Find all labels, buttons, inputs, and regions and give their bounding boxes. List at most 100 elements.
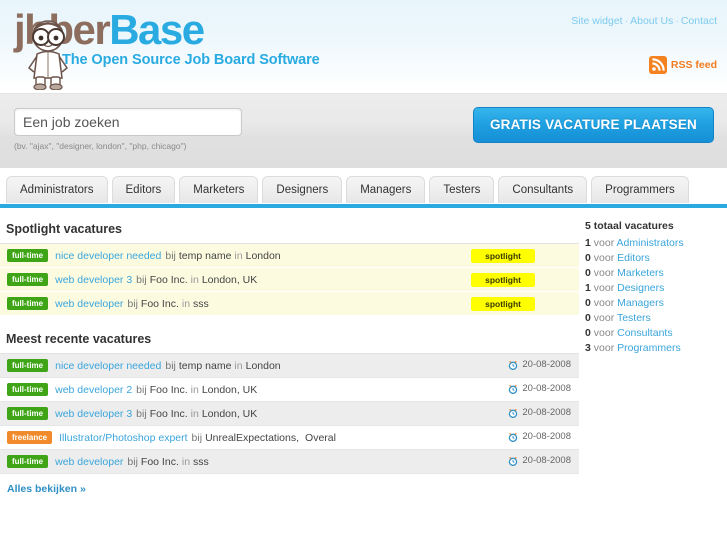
job-date-text: 20-08-2008 [522,431,571,442]
recent-heading: Meest recente vacatures [6,332,152,346]
job-title-link[interactable]: web developer [55,456,123,468]
sidebar-item-label[interactable]: Programmers [617,342,681,354]
job-title-link[interactable]: Illustrator/Photoshop expert [59,432,187,444]
tab-editors[interactable]: Editors [111,176,176,203]
nav-link-contact[interactable]: Contact [681,15,717,27]
sidebar-voor-label: voor [593,326,615,339]
rss-feed-link[interactable]: RSS feed [648,56,717,74]
table-row[interactable]: full-time web developer bij Foo Inc. in … [0,450,579,474]
table-row[interactable]: full-time web developer bij Foo Inc. in … [0,292,579,316]
job-title-link[interactable]: nice developer needed [55,250,161,262]
post-vacancy-button[interactable]: GRATIS VACATURE PLAATSEN [472,107,714,143]
category-tabs-bar: Administrators Editors Marketers Designe… [0,168,727,204]
view-all-container: Alles bekijken » [0,474,580,495]
sidebar-item-label[interactable]: Testers [617,312,651,324]
job-title-link[interactable]: nice developer needed [55,360,161,372]
job-date-text: 20-08-2008 [522,407,571,418]
job-by-label: bij [136,407,147,420]
tab-managers[interactable]: Managers [346,176,426,203]
view-all-link[interactable]: Alles bekijken » [7,483,86,495]
job-title-link[interactable]: web developer 3 [55,408,132,420]
spotlight-badge: spotlight [471,273,535,287]
job-location: sss [193,297,209,310]
sidebar-item-label[interactable]: Administrators [617,237,684,249]
tab-consultants[interactable]: Consultants [498,176,588,203]
clock-icon [509,408,518,418]
sidebar-item-label[interactable]: Editors [617,252,650,264]
search-input[interactable] [14,108,242,136]
sidebar-count: 0 [585,326,591,339]
job-by-label: bij [191,431,203,444]
job-title-link[interactable]: web developer [55,298,123,310]
job-date: 20-08-2008 [508,383,571,394]
table-row[interactable]: full-time web developer 3 bij Foo Inc. i… [0,268,579,292]
tab-marketers[interactable]: Marketers [179,176,259,203]
tab-programmers[interactable]: Programmers [591,176,689,203]
job-type-badge: full-time [7,407,49,420]
job-company: Foo Inc. [149,407,188,420]
spotlight-job-list: full-time nice developer needed bij temp… [0,243,579,316]
table-row[interactable]: full-time web developer 3 bij Foo Inc. i… [0,402,579,426]
sidebar-item-label[interactable]: Consultants [617,327,672,339]
job-in-label: in [234,359,243,372]
job-in-label: in [181,297,191,310]
rss-feed-label: RSS feed [670,59,717,71]
nav-separator: · [624,15,629,27]
job-type-badge: full-time [7,297,49,310]
sidebar-item-marketers[interactable]: 0 voor Marketers [585,265,727,280]
job-date-text: 20-08-2008 [522,455,571,466]
job-type-badge: full-time [7,273,49,286]
job-date: 20-08-2008 [508,407,571,418]
table-row[interactable]: full-time nice developer needed bij temp… [0,244,579,268]
sidebar-count: 0 [585,251,591,264]
table-row[interactable]: full-time nice developer needed bij temp… [0,354,579,378]
tab-administrators[interactable]: Administrators [6,176,108,203]
job-type-badge: freelance [7,431,53,444]
sidebar-item-managers[interactable]: 0 voor Managers [585,295,727,310]
sidebar-count: 1 [585,236,591,249]
job-by-label: bij [136,383,147,396]
sidebar-item-label[interactable]: Marketers [617,267,664,279]
sidebar-count: 0 [585,311,591,324]
tab-testers[interactable]: Testers [429,176,495,203]
job-company: Foo Inc. [140,455,179,468]
sidebar-item-testers[interactable]: 0 voor Testers [585,310,727,325]
nav-link-site-widget[interactable]: Site widget [571,15,622,27]
job-location: London, UK [201,273,258,286]
job-in-label: in [190,383,199,396]
clock-icon [509,360,518,370]
job-location: London, UK [201,383,258,396]
tab-designers[interactable]: Designers [262,176,343,203]
clock-icon [509,432,518,442]
content-column: Spotlight vacatures full-time nice devel… [0,216,580,495]
job-type-badge: full-time [7,383,49,396]
sidebar-count: 3 [585,341,591,354]
job-title-link[interactable]: web developer 2 [55,384,132,396]
nav-separator: · [675,15,679,27]
spotlight-badge: spotlight [471,297,535,311]
clock-icon [509,456,518,466]
job-title-link[interactable]: web developer 3 [55,274,132,286]
job-date: 20-08-2008 [508,359,571,370]
job-type-badge: full-time [7,455,49,468]
job-type-badge: full-time [7,249,49,262]
sidebar-item-label[interactable]: Managers [617,297,664,309]
job-company: temp name [178,359,232,372]
sidebar-item-programmers[interactable]: 3 voor Programmers [585,340,727,355]
job-in-label: in [234,249,243,262]
sidebar-item-editors[interactable]: 0 voor Editors [585,250,727,265]
table-row[interactable]: freelance Illustrator/Photoshop expert b… [0,426,579,450]
job-location: London [245,249,281,262]
job-by-label: bij [127,297,138,310]
sidebar-item-designers[interactable]: 1 voor Designers [585,280,727,295]
job-type-badge: full-time [7,359,49,372]
sidebar-item-administrators[interactable]: 1 voor Administrators [585,235,727,250]
sidebar-item-label[interactable]: Designers [617,282,664,294]
nav-link-about-us[interactable]: About Us [630,15,673,27]
job-company: UnrealExpectations, [205,431,300,444]
sidebar-voor-label: voor [593,266,615,279]
job-in-label: in [181,455,191,468]
job-company: temp name [178,249,232,262]
sidebar-item-consultants[interactable]: 0 voor Consultants [585,325,727,340]
table-row[interactable]: full-time web developer 2 bij Foo Inc. i… [0,378,579,402]
